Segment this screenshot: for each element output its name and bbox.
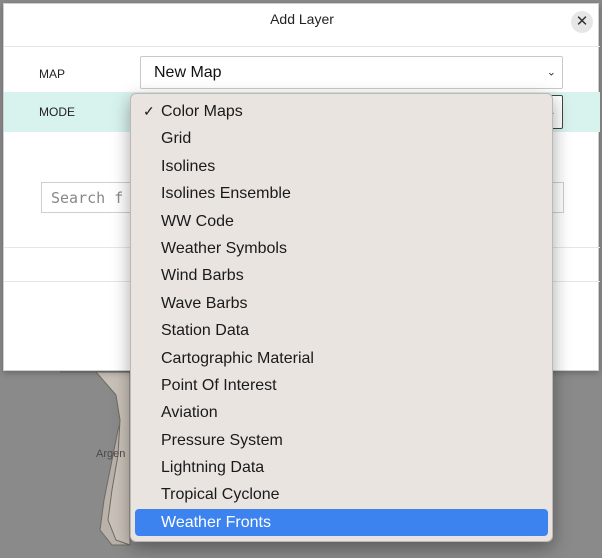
dropdown-option[interactable]: ✓ Color Maps [135, 98, 548, 125]
map-row: MAP New Map ⌄ [4, 54, 600, 92]
dropdown-option[interactable]: Weather Symbols [135, 235, 548, 262]
dropdown-option-label: Lightning Data [161, 459, 265, 477]
dropdown-option[interactable]: Pressure System [135, 427, 548, 454]
dropdown-option-label: Station Data [161, 322, 250, 340]
dropdown-option[interactable]: Aviation [135, 399, 548, 426]
close-icon: ✕ [575, 13, 589, 30]
header-divider [4, 46, 600, 47]
dropdown-option[interactable]: Station Data [135, 317, 548, 344]
dropdown-option-label: Isolines Ensemble [161, 185, 291, 203]
dropdown-option-label: Point Of Interest [161, 376, 277, 394]
dropdown-option[interactable]: Point Of Interest [135, 372, 548, 399]
dialog-title: Add Layer [270, 11, 334, 27]
dropdown-option[interactable]: Tropical Cyclone [135, 481, 548, 508]
mode-label: MODE [39, 105, 75, 119]
dropdown-option[interactable]: Weather Fronts [135, 508, 548, 537]
dropdown-option-label: Wave Barbs [161, 294, 248, 312]
dropdown-option[interactable]: Isolines [135, 153, 548, 180]
dropdown-option-label: Wind Barbs [161, 267, 244, 285]
dropdown-option[interactable]: Isolines Ensemble [135, 180, 548, 207]
map-label: MAP [39, 67, 66, 81]
mode-dropdown-list[interactable]: ✓ Color Maps Grid Isolines Isolines Ensemble… [130, 93, 553, 542]
map-select-value: New Map [154, 64, 222, 81]
dropdown-option-label: Cartographic Material [161, 349, 314, 367]
dropdown-option-label: Tropical Cyclone [161, 486, 280, 504]
dropdown-option-label: Weather Symbols [161, 239, 287, 257]
dropdown-option-label: Grid [161, 130, 192, 148]
dropdown-option-label: Pressure System [161, 431, 283, 449]
dropdown-option[interactable]: Wave Barbs [135, 290, 548, 317]
map-select[interactable]: New Map ⌄ [140, 56, 563, 89]
checkmark-icon: ✓ [143, 103, 155, 119]
map-label-argentina: Argen [96, 448, 126, 460]
dropdown-option-label: Isolines [161, 157, 216, 175]
dropdown-option-label: Weather Fronts [161, 513, 271, 531]
dropdown-option[interactable]: Wind Barbs [135, 262, 548, 289]
dropdown-option[interactable]: Lightning Data [135, 454, 548, 481]
screen: Peru Argen Add Layer ✕ MAP New Map ⌄ MOD… [0, 0, 602, 558]
dropdown-option-label: Aviation [161, 404, 218, 422]
dropdown-option[interactable]: Cartographic Material [135, 345, 548, 372]
dropdown-option[interactable]: Grid [135, 125, 548, 152]
chevron-down-icon: ⌄ [546, 66, 556, 78]
dropdown-option-label: WW Code [161, 212, 234, 230]
dropdown-option-label: Color Maps [161, 103, 243, 120]
close-button[interactable]: ✕ [571, 11, 593, 33]
dropdown-option[interactable]: WW Code [135, 208, 548, 235]
